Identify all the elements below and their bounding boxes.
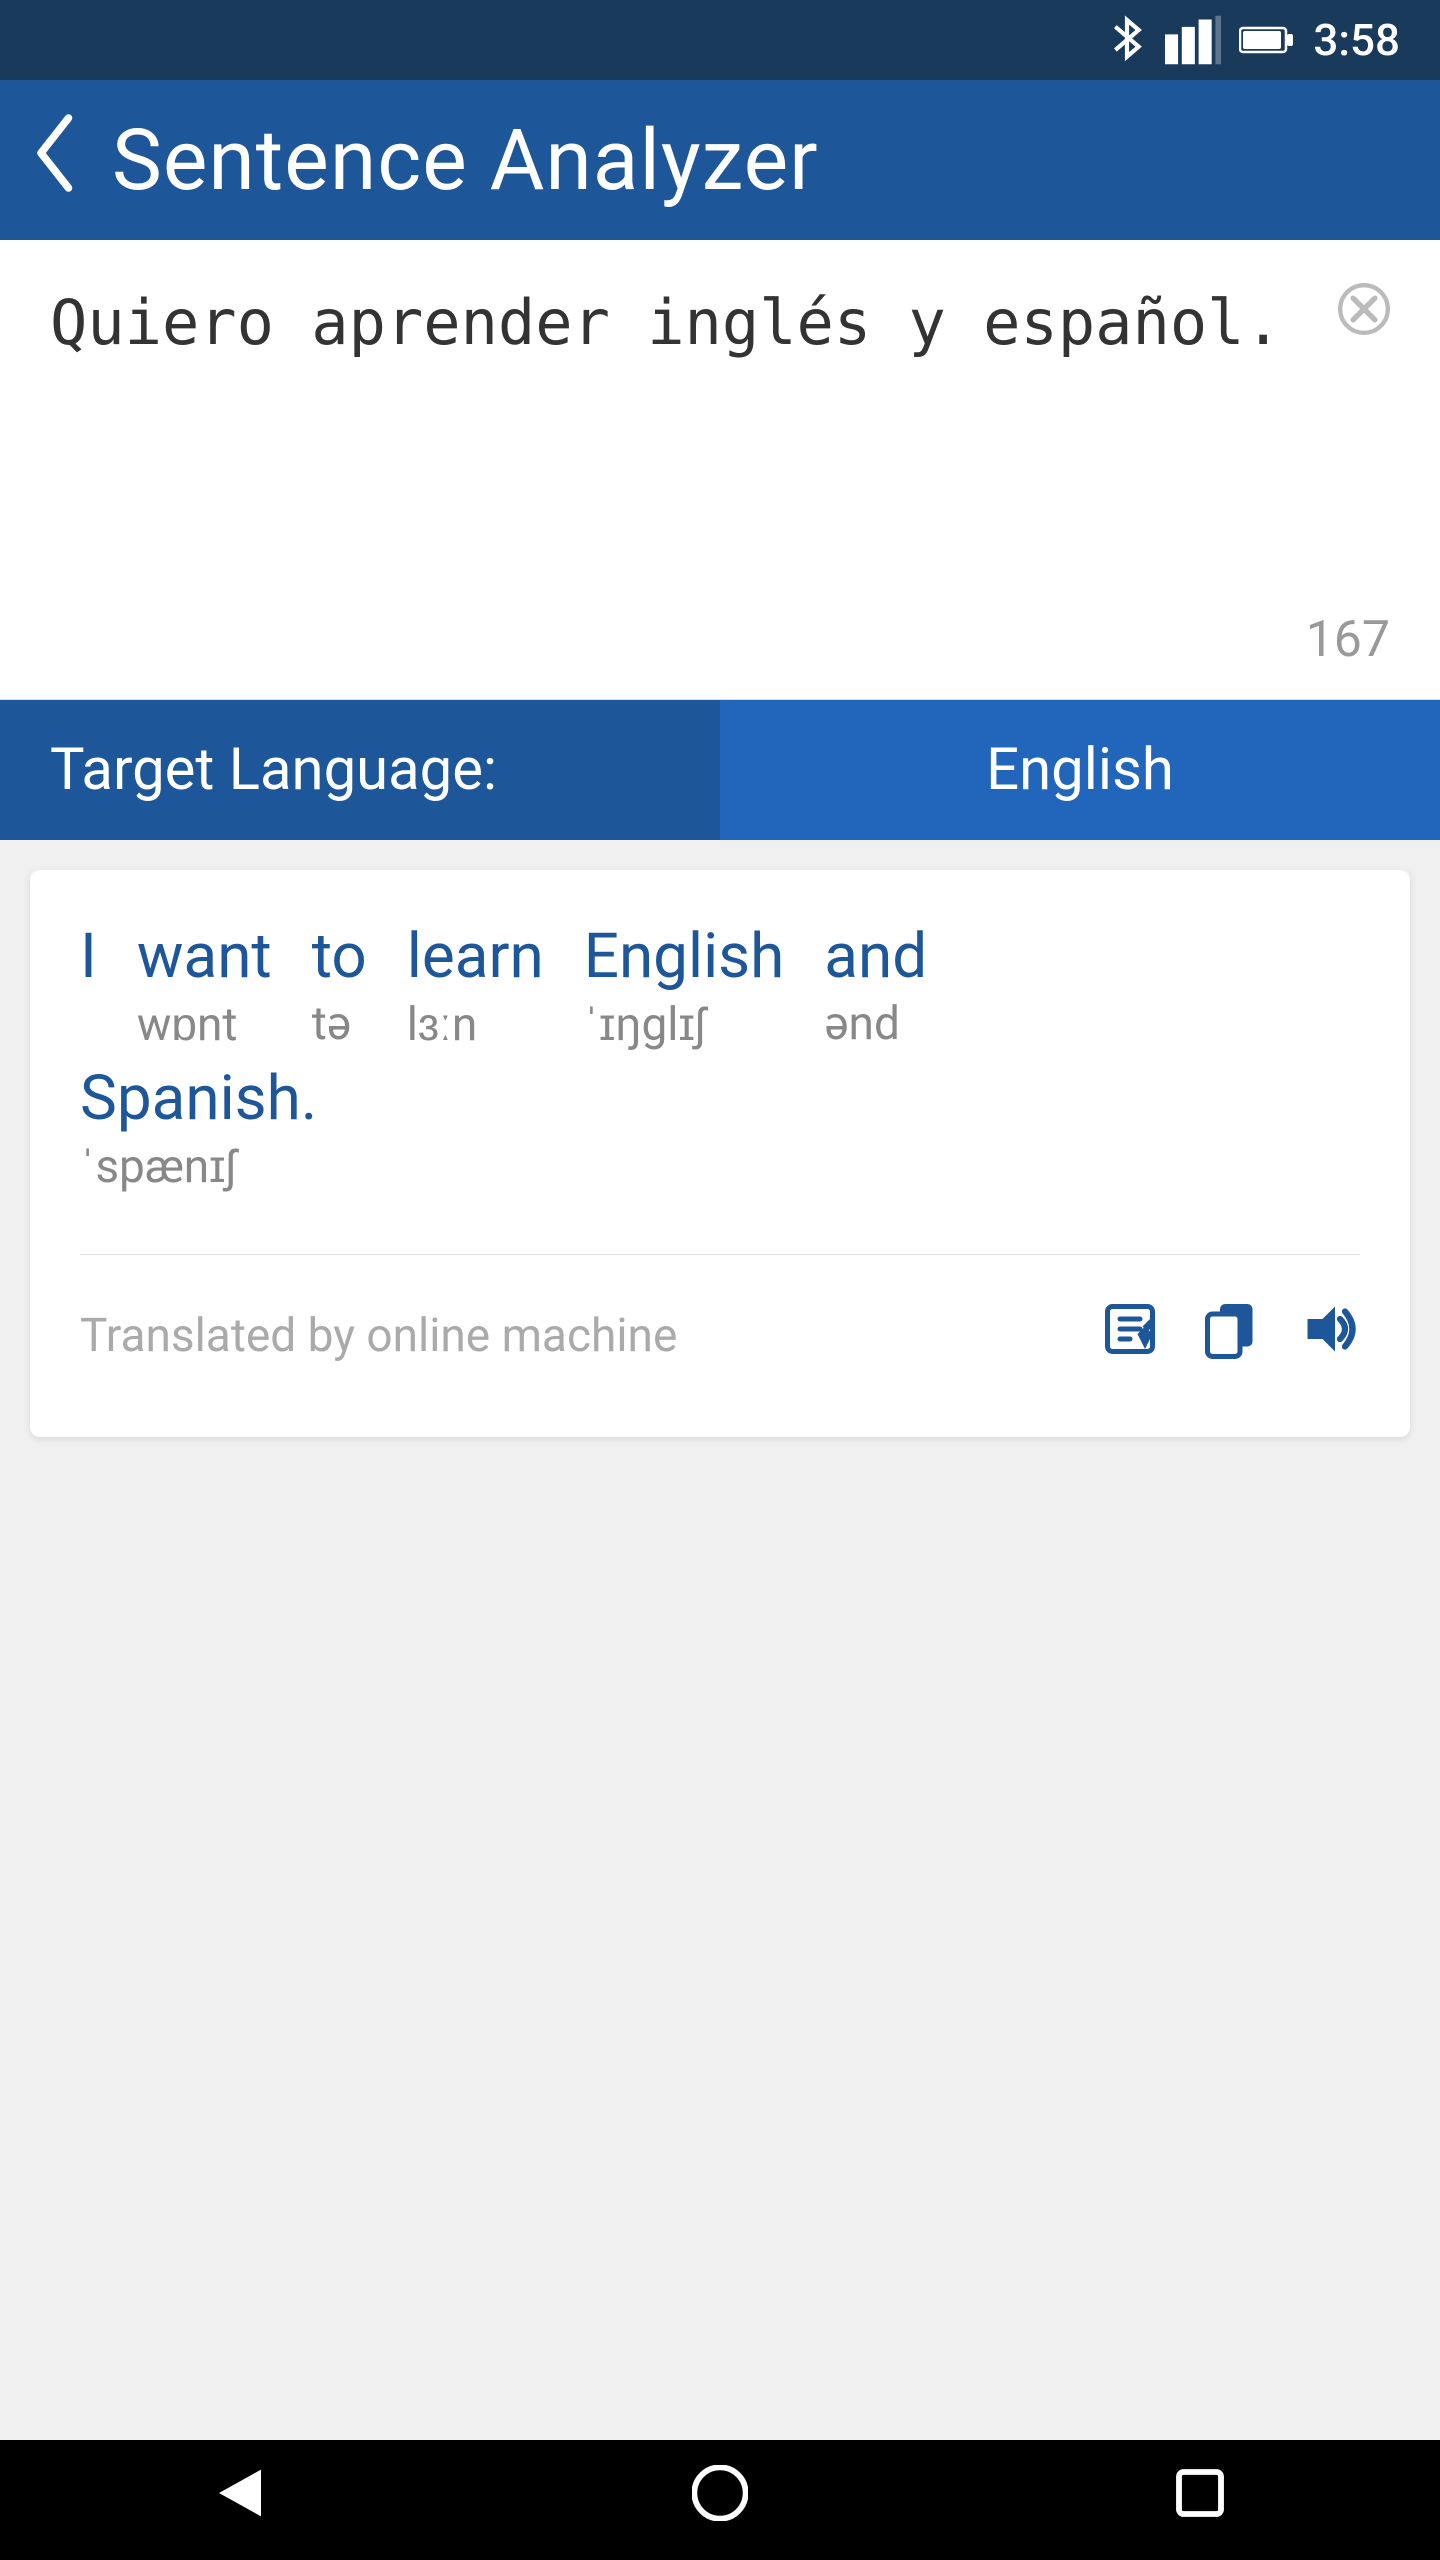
nav-recent-icon[interactable]: [1172, 2465, 1228, 2536]
battery-icon: [1239, 22, 1295, 58]
translated-by: Translated by online machine: [80, 1309, 677, 1363]
footer-icons: [1100, 1295, 1360, 1377]
word-want-text: want: [137, 920, 272, 993]
word-want-ipa: wɒnt: [137, 997, 238, 1052]
word-group-to: to tə: [312, 920, 367, 1051]
word-and-text: and: [824, 920, 927, 993]
divider: [80, 1254, 1360, 1255]
bottom-nav: [0, 2440, 1440, 2560]
target-language-value: English: [986, 736, 1174, 804]
word-spanish-text: Spanish.: [80, 1062, 317, 1135]
spanish-row: Spanish. ˈspænɪʃ: [80, 1062, 1360, 1194]
bluetooth-icon: [1107, 12, 1147, 68]
words-row: I want wɒnt to tə learn lɜːn English ˈɪŋ…: [80, 920, 1360, 1052]
word-learn-ipa: lɜːn: [407, 997, 477, 1052]
status-icons: 3:58: [1107, 12, 1400, 68]
word-learn-text: learn: [407, 920, 544, 993]
back-button[interactable]: [30, 113, 82, 208]
copy-icon[interactable]: [1200, 1295, 1260, 1377]
wifi-icon: [1165, 15, 1221, 65]
app-bar: Sentence Analyzer: [0, 80, 1440, 240]
word-spanish-ipa: ˈspænɪʃ: [80, 1139, 236, 1194]
word-group-want: want wɒnt: [137, 920, 272, 1052]
word-english-ipa: ˈɪŋglɪʃ: [584, 997, 705, 1052]
target-label: Target Language:: [0, 700, 720, 840]
target-language-button[interactable]: English: [720, 700, 1440, 840]
input-area: Quiero aprender inglés y español. 167: [0, 240, 1440, 700]
word-to-ipa: tə: [312, 997, 351, 1051]
nav-back-icon[interactable]: [212, 2465, 268, 2536]
word-i-text: I: [80, 920, 97, 993]
clear-button[interactable]: [1338, 280, 1390, 349]
char-count: 167: [1306, 611, 1390, 669]
analysis-card: I want wɒnt to tə learn lɜːn English ˈɪŋ…: [30, 870, 1410, 1437]
word-group-i: I: [80, 920, 97, 993]
status-bar: 3:58: [0, 0, 1440, 80]
target-language-bar: Target Language: English: [0, 700, 1440, 840]
word-group-spanish: Spanish. ˈspænɪʃ: [80, 1062, 1320, 1194]
edit-icon[interactable]: [1100, 1295, 1160, 1377]
word-to-text: to: [312, 920, 367, 993]
app-title: Sentence Analyzer: [112, 111, 819, 210]
word-group-learn: learn lɜːn: [407, 920, 544, 1052]
status-time: 3:58: [1313, 14, 1400, 66]
word-english-text: English: [584, 920, 785, 993]
word-group-and: and ənd: [824, 920, 927, 1051]
word-and-ipa: ənd: [824, 997, 900, 1051]
speak-icon[interactable]: [1300, 1295, 1360, 1377]
target-label-text: Target Language:: [50, 736, 497, 804]
word-group-english: English ˈɪŋglɪʃ: [584, 920, 785, 1052]
card-footer: Translated by online machine: [80, 1295, 1360, 1377]
nav-home-icon[interactable]: [692, 2465, 748, 2536]
sentence-input[interactable]: Quiero aprender inglés y español.: [50, 280, 1390, 600]
